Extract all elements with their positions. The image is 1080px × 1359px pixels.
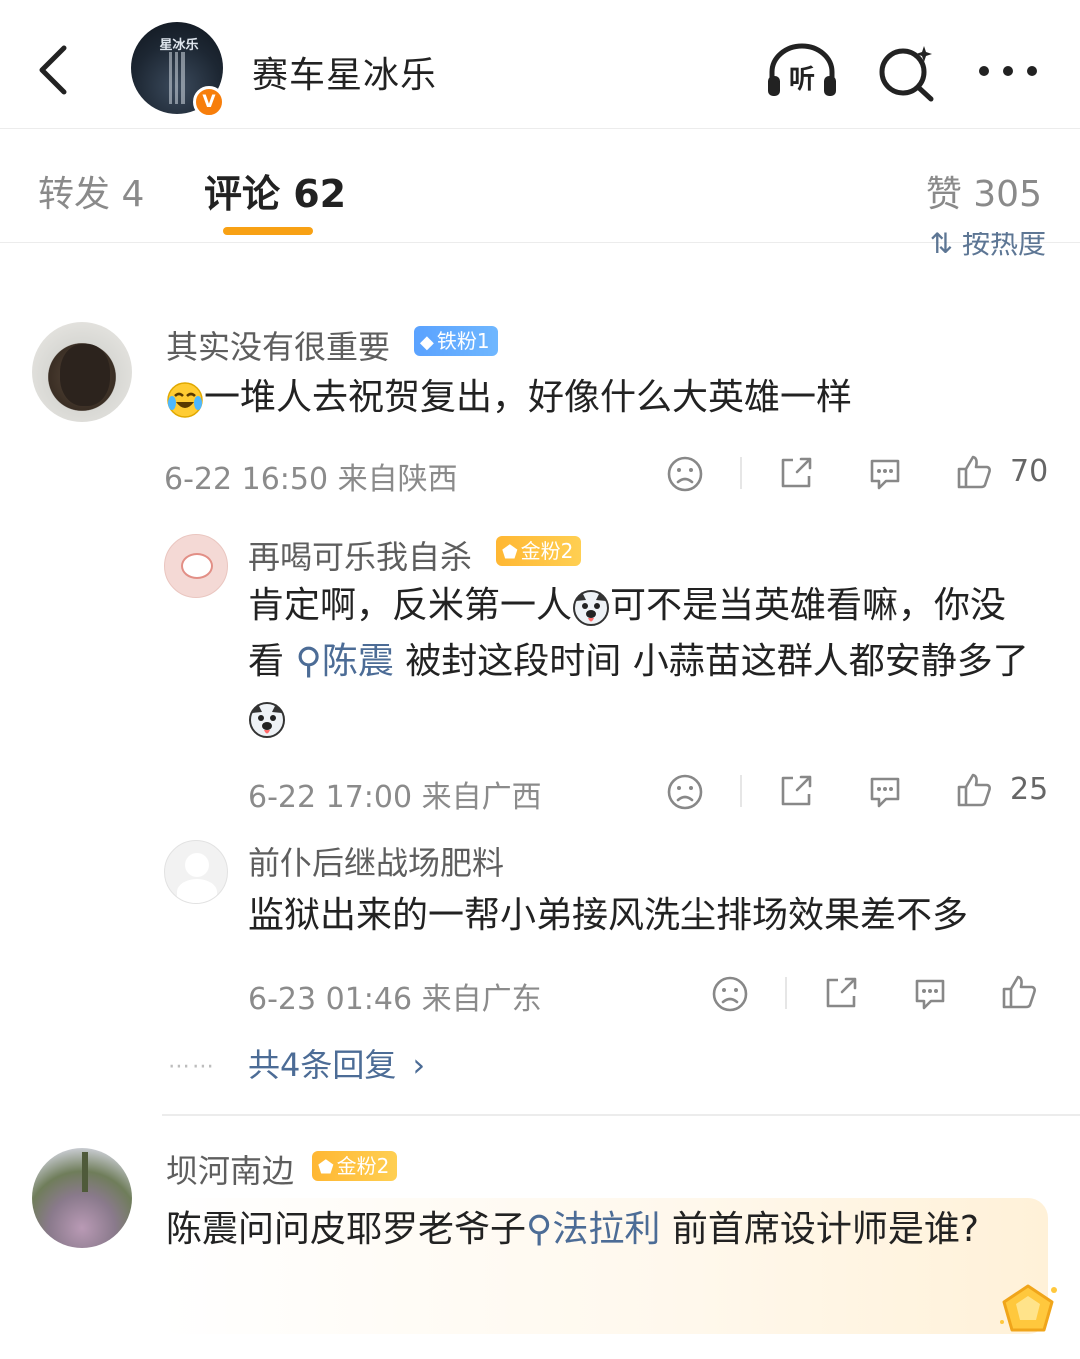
comment-username[interactable]: 坝河南边: [166, 1146, 294, 1192]
dislike-icon[interactable]: [666, 455, 704, 493]
topic-link-label: 陈震: [321, 641, 394, 682]
reply-text: 监狱出来的一帮小弟接风洗尘排场效果差不多: [248, 895, 969, 936]
dots-leader: ⋯⋯: [168, 1054, 216, 1079]
fan-badge: ◆ 铁粉1: [414, 326, 498, 356]
author-avatar[interactable]: 星冰乐 V: [131, 22, 227, 118]
reply-text-part: 肯定啊，反米第一人: [248, 585, 573, 626]
gold-gem-icon[interactable]: [996, 1282, 1060, 1338]
comment-icon[interactable]: [911, 975, 949, 1013]
reply-text: 肯定啊，反米第一人 可不是当英雄看嘛，你没看 ⚲陈震 被封这段时间 小蒜苗这群人都…: [248, 578, 1038, 746]
comment-body: 一堆人去祝贺复出，好像什么大英雄一样: [204, 377, 853, 418]
reply-text-part: 被封这段时间 小蒜苗这群人都安静多了: [393, 641, 1029, 682]
reply-meta: 6-23 01:46 来自广东: [248, 982, 542, 1017]
divider: [740, 457, 742, 489]
badge-label: 金粉2: [336, 1154, 390, 1178]
reply-meta: 6-22 17:00 来自广西: [248, 780, 542, 815]
husky-emoji-icon: [572, 588, 610, 626]
more-replies-label: 共4条回复: [248, 1046, 397, 1084]
tab-repost[interactable]: 转发 4: [38, 165, 144, 217]
sort-icon: ⇅: [929, 232, 962, 260]
reply-username[interactable]: 前仆后继战场肥料: [248, 838, 504, 884]
search-icon: ⚲: [526, 1209, 553, 1250]
like-icon[interactable]: [955, 453, 993, 491]
comment-username[interactable]: 其实没有很重要: [166, 322, 390, 368]
share-icon[interactable]: [777, 772, 815, 810]
tab-likes[interactable]: 赞 305: [926, 165, 1042, 217]
like-count: 25: [1010, 772, 1049, 807]
divider: [785, 977, 787, 1009]
divider: [740, 775, 742, 807]
sort-toggle[interactable]: ⇅ 按热度: [930, 232, 1046, 266]
laugh-cry-emoji-icon: [166, 380, 204, 418]
like-icon[interactable]: [955, 771, 993, 809]
svg-text:听: 听: [789, 65, 815, 95]
husky-emoji-icon: [248, 700, 286, 738]
active-tab-indicator: [223, 227, 313, 235]
badge-label: 金粉2: [520, 539, 574, 563]
chevron-right-icon: ›: [412, 1046, 426, 1084]
comment-icon[interactable]: [866, 455, 904, 493]
badge-label: 铁粉1: [436, 329, 490, 353]
comment-divider: [162, 1114, 1080, 1116]
dislike-icon[interactable]: [711, 975, 749, 1013]
search-ai-icon[interactable]: [876, 42, 938, 102]
more-icon[interactable]: [976, 56, 1040, 86]
comment-meta: 6-22 16:50 来自陕西: [164, 462, 458, 497]
gem-icon: ⬟: [502, 542, 518, 563]
reply-username[interactable]: 再喝可乐我自杀: [248, 532, 472, 578]
top-bar: 星冰乐 V 赛车星冰乐 听: [0, 0, 1080, 129]
share-icon[interactable]: [777, 454, 815, 492]
comment-text-part: 陈震问问皮耶罗老爷子: [166, 1209, 527, 1250]
fan-badge: ⬟ 金粉2: [496, 536, 582, 566]
comment-text: 陈震问问皮耶罗老爷子⚲法拉利 前首席设计师是谁?: [166, 1202, 1016, 1258]
topic-link-label: 法拉利: [552, 1209, 661, 1250]
search-icon: ⚲: [295, 641, 322, 682]
avatar[interactable]: [164, 534, 228, 598]
topic-link[interactable]: ⚲法拉利: [526, 1209, 660, 1250]
tab-bar: 转发 4 评论 62 赞 305: [0, 129, 1080, 243]
listen-icon[interactable]: 听: [764, 42, 840, 100]
verified-badge: V: [193, 86, 225, 118]
like-icon[interactable]: [1000, 973, 1038, 1011]
topic-link[interactable]: ⚲陈震: [295, 641, 393, 682]
back-icon[interactable]: [30, 40, 80, 100]
dislike-icon[interactable]: [666, 773, 704, 811]
avatar-label: 星冰乐: [159, 38, 199, 53]
avatar[interactable]: [164, 840, 228, 904]
comment-text-part: 前首席设计师是谁?: [660, 1209, 979, 1250]
avatar[interactable]: [32, 322, 132, 422]
comment-icon[interactable]: [866, 773, 904, 811]
share-icon[interactable]: [822, 974, 860, 1012]
like-count: 70: [1010, 454, 1049, 489]
page-title[interactable]: 赛车星冰乐: [252, 46, 437, 98]
diamond-icon: ◆: [420, 332, 434, 353]
comment-text: 一堆人去祝贺复出，好像什么大英雄一样: [166, 370, 852, 426]
gem-icon: ⬟: [318, 1157, 334, 1178]
tab-comments[interactable]: 评论 62: [204, 163, 346, 218]
avatar[interactable]: [32, 1148, 132, 1248]
sort-label: 按热度: [961, 232, 1046, 260]
more-replies-link[interactable]: 共4条回复 ›: [248, 1040, 425, 1086]
fan-badge: ⬟ 金粉2: [312, 1151, 398, 1181]
